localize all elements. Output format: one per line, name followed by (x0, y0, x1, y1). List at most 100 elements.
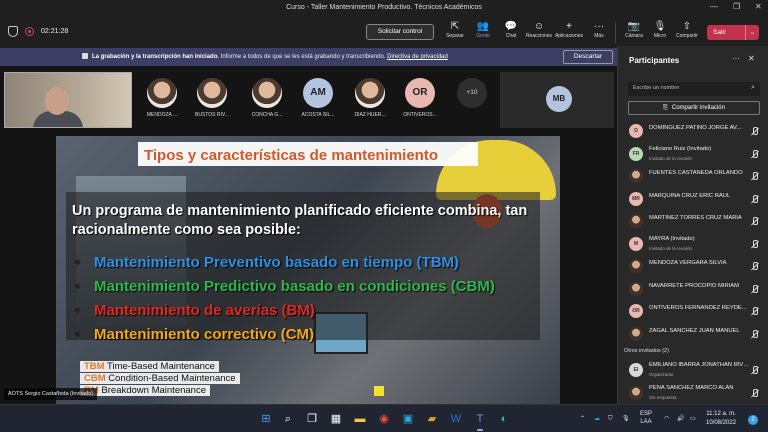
clock-time: 11:12 a. m. (706, 411, 736, 417)
call-timer: 02:21:28 (41, 28, 69, 35)
onedrive-icon[interactable]: ☁ (594, 415, 600, 423)
participant-row[interactable]: MR MARQUINA CRUZ ERIC RAUL (618, 188, 768, 210)
separate-button[interactable]: ⇱ Separar (440, 21, 470, 39)
participant-search-input[interactable]: Escribe un nombre ⌕ (628, 82, 760, 96)
participants-panel: Participantes ··· ✕ Escribe un nombre ⌕ … (617, 46, 768, 404)
avatar: MB (546, 86, 572, 112)
mic-button[interactable]: 🎙 Micro (645, 21, 675, 39)
people-button[interactable]: 👥 Gente (468, 21, 498, 39)
participant-tile[interactable]: AM ACOSTA SIL... (296, 78, 340, 118)
reactions-button[interactable]: ☺ Reacciones (524, 21, 554, 39)
more-button[interactable]: ··· Más (584, 21, 614, 39)
apps-label: Aplicaciones (554, 33, 584, 39)
notification-badge[interactable]: 2 (748, 415, 758, 425)
search-icon[interactable]: ⌕ (280, 411, 296, 427)
close-icon[interactable]: ✕ (755, 2, 762, 11)
slide-bullet: ✸ Mantenimiento de averías (BM) (74, 302, 315, 319)
participant-tile[interactable]: DIAZ HUER... (348, 78, 392, 118)
leave-button[interactable]: Salir ⌄ (707, 25, 759, 40)
chevron-down-icon[interactable]: ⌄ (745, 25, 759, 40)
share-button[interactable]: ⇧ Compartir (672, 21, 702, 39)
slide-legend-row: BM Breakdown Maintenance (80, 385, 210, 396)
security-icon[interactable]: ⛉ (608, 415, 613, 423)
participant-tile-mb[interactable]: MB (500, 72, 614, 128)
widgets-icon[interactable]: ▦ (328, 411, 344, 427)
store-icon[interactable]: ▣ (400, 411, 416, 427)
more-participants-tile[interactable]: +10 (450, 78, 494, 112)
bullet-icon: ✸ (74, 282, 81, 291)
shield-icon[interactable] (8, 26, 18, 37)
participant-tile[interactable]: MENDOZA ... (140, 78, 184, 118)
participant-name: Feliciano Ruiz (Invitado) (649, 145, 712, 152)
apps-button[interactable]: + Aplicaciones (554, 21, 584, 39)
participant-row[interactable]: FUENTES CASTAÑEDA ORLANDO (618, 165, 768, 187)
mic-muted-icon (751, 388, 759, 398)
chat-button[interactable]: 💬 Chat (496, 21, 526, 39)
participant-role: Invitado de la reunión (649, 245, 693, 251)
participant-row[interactable]: ZAGAL SANCHEZ JUAN MANUEL (618, 323, 768, 345)
participant-row[interactable]: MARTINEZ TORRES CRUZ MARIA (618, 210, 768, 232)
windows-start-icon[interactable]: ⊞ (258, 411, 274, 427)
presenter-head (45, 87, 69, 115)
participant-name: ZAGAL SANCHEZ JUAN MANUEL (649, 327, 740, 334)
battery-icon[interactable]: ▭ (690, 415, 696, 423)
participant-name: EMILIANO IBARRA JONATHAN IRVI... (649, 362, 749, 368)
participant-tile[interactable]: OR ONTIVEROS... (398, 78, 442, 118)
bullet-text: Mantenimiento Predictivo basado en condi… (94, 278, 495, 295)
folder-icon[interactable]: ▰ (424, 411, 440, 427)
clock[interactable]: 11:12 a. m. 10/08/2022 (706, 410, 736, 428)
legend-text: Time-Based Maintenance (107, 361, 215, 372)
title-bar: Curso - Taller Mantenimiento Productivo.… (0, 0, 768, 16)
camera-label: Cámara (625, 33, 643, 39)
participant-row[interactable]: M MAYRA (Invitado) Invitado de la reunión (618, 233, 768, 255)
dismiss-button[interactable]: Descartar (563, 50, 613, 64)
participant-row[interactable]: EI EMILIANO IBARRA JONATHAN IRVI... Organi… (618, 359, 768, 381)
chrome-icon[interactable]: ◉ (376, 411, 392, 427)
search-placeholder: Escribe un nombre (633, 85, 680, 91)
minimize-icon[interactable]: — (710, 2, 718, 11)
word-icon[interactable]: W (448, 411, 464, 427)
recording-icon (25, 27, 34, 36)
participant-tile[interactable]: BUSTOS RIV... (190, 78, 234, 118)
participant-row[interactable]: D DOMINGUEZ PATINO JORGE AV... (618, 120, 768, 142)
maximize-icon[interactable]: ❐ (733, 2, 740, 11)
people-label: Gente (476, 33, 490, 39)
wifi-icon[interactable]: ◠ (664, 415, 669, 423)
language-indicator[interactable]: ESP LAA (640, 410, 652, 426)
participant-name: MAYRA (Invitado) (649, 235, 695, 242)
volume-icon[interactable]: 🔊 (677, 415, 684, 423)
bullet-icon: ✸ (74, 306, 81, 315)
slide-bullet: ✸ Mantenimiento Preventivo basado en tiem… (74, 254, 459, 271)
presenter-video[interactable] (4, 72, 132, 128)
share-invite-button[interactable]: ⎘ Compartir invitación (628, 101, 760, 115)
leave-label: Salir (713, 29, 727, 36)
avatar: OR (629, 304, 643, 318)
chevron-up-icon[interactable]: ⌃ (580, 415, 585, 423)
lock-icon (82, 53, 88, 59)
privacy-link[interactable]: Directiva de privacidad (387, 54, 448, 60)
close-panel-icon[interactable]: ✕ (748, 54, 755, 63)
others-section-header[interactable]: Otros invitados (2) (624, 348, 669, 354)
mic-muted-icon (751, 172, 759, 181)
slide-intro: Un programa de mantenimiento planificado… (72, 203, 528, 238)
file-explorer-icon[interactable]: ▬ (352, 411, 368, 427)
participant-row[interactable]: PEÑA SANCHEZ MARCO ALAN Sin respuesta (618, 382, 768, 404)
microphone-icon[interactable]: 🎙 (622, 415, 630, 423)
separate-label: Separar (446, 33, 464, 39)
avatar (629, 281, 643, 296)
participant-row[interactable]: OR ONTIVEROS FERNANDEZ REYDE... (618, 300, 768, 322)
participant-name: CONCHA G... (251, 112, 283, 118)
task-view-icon[interactable]: ❐ (304, 411, 320, 427)
request-control-button[interactable]: Solicitar control (366, 24, 434, 40)
edge-icon[interactable]: ◐ (496, 411, 512, 427)
participant-row[interactable]: NAVARRETE PROCOPIO MIRIAM (618, 278, 768, 300)
teams-icon[interactable]: T (472, 411, 488, 427)
participant-row[interactable]: MENDOZA VERGARA SILVIA (618, 255, 768, 277)
avatar: MR (629, 191, 643, 206)
microphone-icon: 🎙 (653, 21, 667, 32)
participant-row[interactable]: FR Feliciano Ruiz (Invitado) Invitado de l… (618, 143, 768, 165)
avatar (197, 78, 227, 108)
avatar: D (629, 124, 643, 138)
participant-tile[interactable]: CONCHA G... (245, 78, 289, 118)
more-options-icon[interactable]: ··· (732, 54, 740, 63)
